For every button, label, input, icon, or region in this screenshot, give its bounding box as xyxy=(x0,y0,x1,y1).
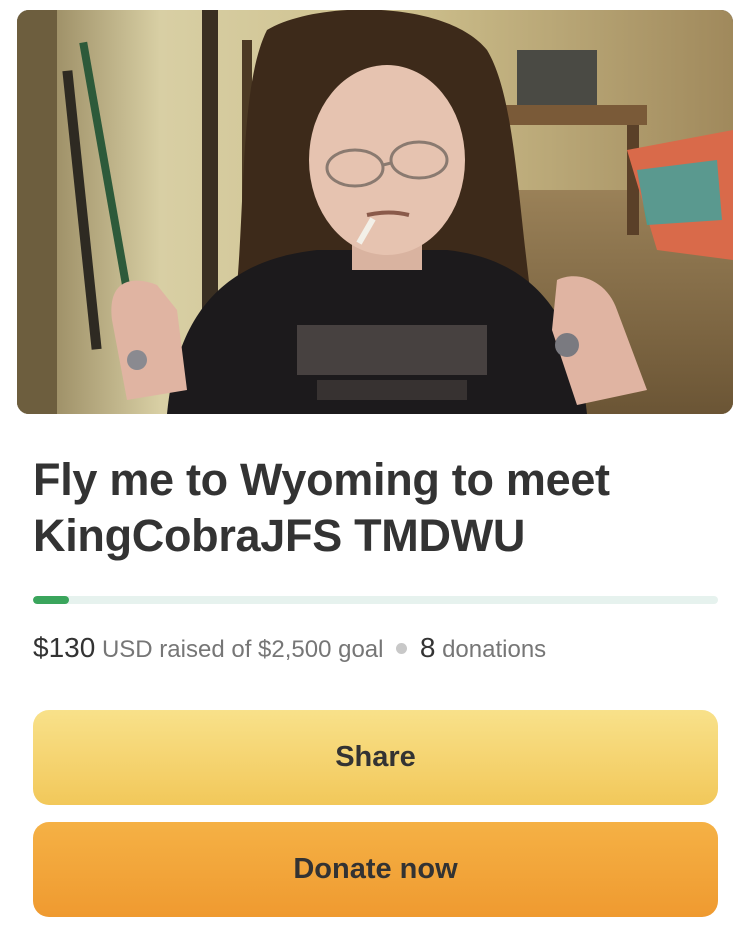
fundraising-stats: $130 USD raised of $2,500 goal 8 donatio… xyxy=(33,630,733,668)
campaign-photo-image xyxy=(17,10,733,414)
raised-amount: $130 xyxy=(33,632,96,663)
share-button[interactable]: Share xyxy=(33,710,718,805)
raised-goal-text: USD raised of $2,500 goal xyxy=(101,636,384,663)
donations-label: donations xyxy=(442,636,547,663)
donate-now-button[interactable]: Donate now xyxy=(33,822,718,917)
campaign-title: Fly me to Wyoming to meet KingCobraJFS T… xyxy=(33,454,610,561)
donation-count: 8 xyxy=(419,632,436,663)
campaign-photo[interactable] xyxy=(17,10,733,414)
progress-bar-fill xyxy=(33,596,69,604)
progress-bar xyxy=(33,596,718,604)
separator-dot xyxy=(396,643,408,655)
